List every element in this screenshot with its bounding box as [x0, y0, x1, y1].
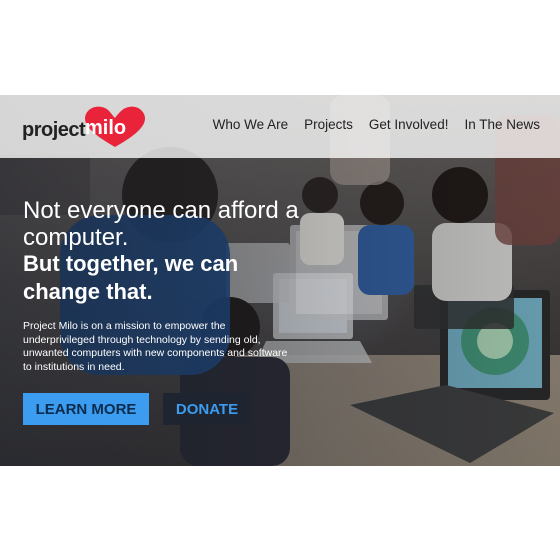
top-navbar: project milo Who We Are Projects Get Inv… [0, 95, 560, 158]
hero-headline: Not everyone can afford a computer. [23, 197, 299, 251]
hero-section: project milo Who We Are Projects Get Inv… [0, 95, 560, 466]
donate-button[interactable]: DONATE [163, 393, 251, 425]
project-milo-logo[interactable]: project milo [22, 103, 145, 149]
hero-subheadline: But together, we can change that. [23, 251, 239, 304]
logo-text-milo: milo [85, 117, 127, 139]
main-nav: Who We Are Projects Get Involved! In The… [213, 117, 540, 132]
nav-item-projects[interactable]: Projects [304, 117, 353, 132]
nav-item-who-we-are[interactable]: Who We Are [213, 117, 289, 132]
hero-description: Project Milo is on a mission to empower … [23, 320, 288, 373]
learn-more-button[interactable]: LEARN MORE [23, 393, 149, 425]
logo-text-project: project [22, 119, 86, 141]
nav-item-in-the-news[interactable]: In The News [464, 117, 540, 132]
nav-item-get-involved[interactable]: Get Involved! [369, 117, 449, 132]
